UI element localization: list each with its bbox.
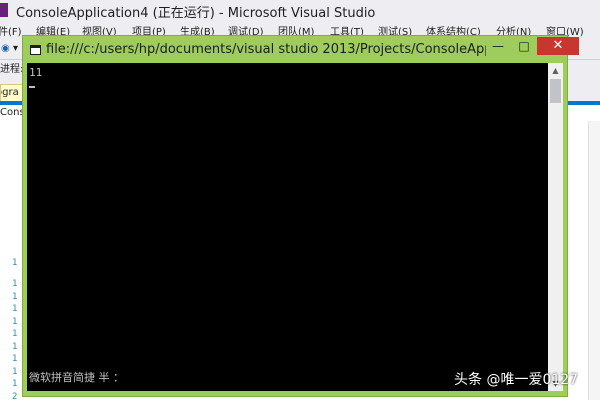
- dropdown-icon[interactable]: ▾: [13, 43, 18, 54]
- watermark: 头条 @唯一爱0127: [454, 372, 579, 388]
- line-number: 1: [12, 317, 18, 327]
- line-number: 1: [12, 292, 18, 302]
- minimize-button[interactable]: —: [485, 37, 511, 55]
- console-scrollbar[interactable]: ▲ ▼: [548, 63, 563, 391]
- menu-file[interactable]: 件(F): [0, 23, 22, 38]
- line-number: 1: [12, 329, 18, 339]
- line-number: 1: [12, 258, 18, 268]
- vs-logo-icon: [0, 3, 8, 17]
- console-output-area[interactable]: 11 微软拼音简捷 半 ：: [27, 63, 548, 391]
- minimize-icon: —: [492, 39, 504, 53]
- vs-window-title: ConsoleApplication4 (正在运行) - Microsoft V…: [16, 6, 376, 21]
- close-button[interactable]: ✕: [537, 37, 579, 55]
- line-number: 1: [12, 279, 18, 289]
- console-window-title: file:///c:/users/hp/documents/visual stu…: [46, 42, 486, 57]
- line-number: 2: [12, 392, 18, 400]
- line-number: 1: [12, 379, 18, 389]
- line-number: 1: [12, 354, 18, 364]
- line-number: 1: [12, 367, 18, 377]
- close-icon: ✕: [552, 38, 564, 53]
- maximize-icon: □: [518, 39, 530, 53]
- console-cursor: [29, 86, 35, 88]
- maximize-button[interactable]: □: [511, 37, 537, 55]
- line-number: 1: [12, 342, 18, 352]
- scroll-up-icon[interactable]: ▲: [548, 63, 563, 78]
- console-window: file:///c:/users/hp/documents/visual stu…: [22, 35, 579, 397]
- navigation-combo-right[interactable]: [568, 105, 600, 122]
- screen: ConsoleApplication4 (正在运行) - Microsoft V…: [0, 0, 600, 400]
- console-window-icon: [30, 45, 41, 55]
- ime-status-text: 微软拼音简捷 半 ：: [29, 371, 124, 384]
- console-titlebar[interactable]: file:///c:/users/hp/documents/visual stu…: [23, 36, 579, 63]
- console-output-text: 11: [29, 66, 43, 79]
- editor-scrollbar[interactable]: [588, 121, 600, 400]
- process-label: 进程:: [0, 64, 24, 75]
- scroll-thumb[interactable]: [550, 79, 561, 103]
- vs-titlebar: ConsoleApplication4 (正在运行) - Microsoft V…: [0, 0, 600, 22]
- line-number: 1: [12, 304, 18, 314]
- back-icon[interactable]: ◉: [1, 43, 10, 54]
